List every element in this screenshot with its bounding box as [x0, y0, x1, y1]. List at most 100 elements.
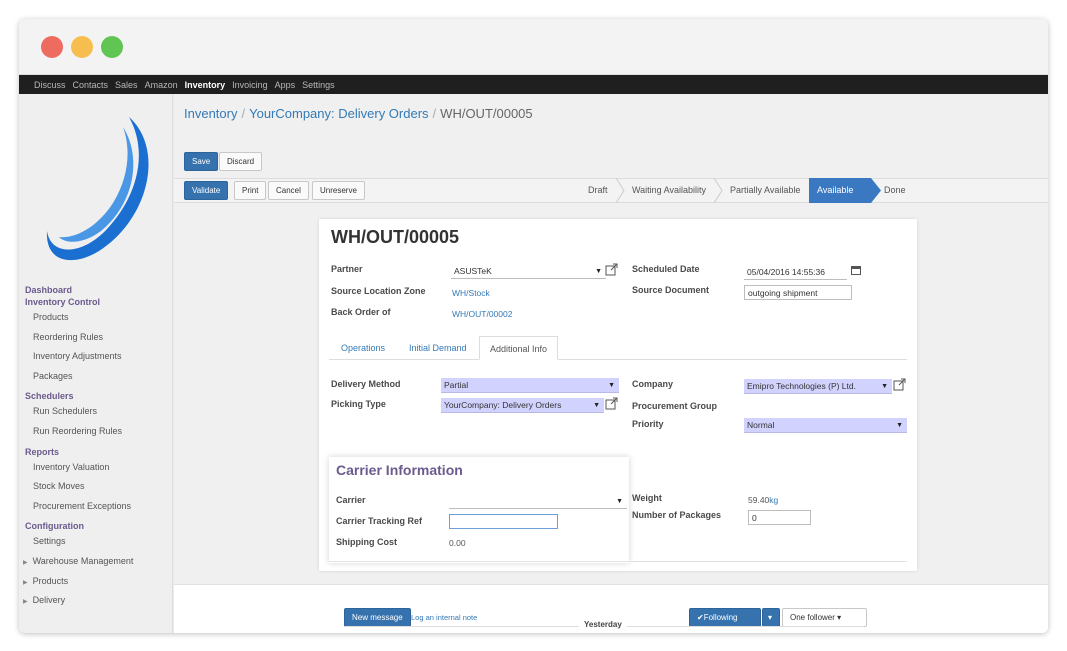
dropdown-caret-icon: ▼: [593, 402, 600, 409]
tab-additional-info[interactable]: Additional Info: [479, 336, 559, 360]
close-window-button[interactable]: [41, 36, 63, 58]
save-button[interactable]: Save: [184, 152, 219, 171]
log-internal-note-link[interactable]: Log an internal note: [411, 613, 477, 622]
date-divider-label: Yesterday: [579, 620, 627, 629]
sidebar-item-inventory-valuation[interactable]: Inventory Valuation: [19, 458, 173, 478]
picking-type-value: YourCompany: Delivery Orders: [444, 400, 562, 410]
external-link-icon[interactable]: [605, 397, 618, 410]
sidebar-item-settings[interactable]: Settings: [19, 532, 173, 552]
stage-chevron-icon: [713, 178, 723, 203]
nav-item-contacts[interactable]: Contacts: [73, 80, 109, 90]
stage-available[interactable]: Available: [809, 178, 871, 203]
breadcrumb-current: WH/OUT/00005: [440, 106, 533, 121]
stage-draft[interactable]: Draft: [588, 178, 608, 203]
sheet-divider: [329, 561, 907, 562]
sidebar-item-products-config[interactable]: ▶ Products: [19, 572, 173, 592]
company-logo[interactable]: [37, 109, 157, 269]
back-order-label: Back Order of: [331, 307, 391, 317]
procurement-group-label: Procurement Group: [632, 401, 718, 411]
breadcrumb-separator: /: [241, 106, 246, 121]
dropdown-caret-icon: ▼: [881, 383, 888, 390]
calendar-icon[interactable]: [851, 265, 861, 275]
picking-type-select[interactable]: YourCompany: Delivery Orders ▼: [441, 398, 604, 413]
nav-item-sales[interactable]: Sales: [115, 80, 138, 90]
sidebar-item-packages[interactable]: Packages: [19, 367, 173, 387]
source-location-label: Source Location Zone: [331, 286, 426, 296]
breadcrumb-delivery-orders[interactable]: YourCompany: Delivery Orders: [249, 106, 428, 121]
followers-label: One follower: [790, 613, 835, 622]
nav-item-discuss[interactable]: Discuss: [34, 80, 66, 90]
partner-field[interactable]: ASUSTeK ▼: [451, 264, 606, 279]
sidebar-item-stock-moves[interactable]: Stock Moves: [19, 477, 173, 497]
sidebar-item-delivery[interactable]: ▶ Delivery: [19, 591, 173, 611]
weight-label: Weight: [632, 493, 662, 503]
nav-item-settings[interactable]: Settings: [302, 80, 335, 90]
nav-item-apps[interactable]: Apps: [275, 80, 296, 90]
dropdown-caret-icon: ▼: [896, 422, 903, 429]
following-dropdown-button[interactable]: ▾: [762, 608, 780, 627]
new-message-button[interactable]: New message: [344, 608, 411, 627]
stage-done[interactable]: Done: [884, 178, 906, 203]
stage-chevron-icon: [615, 178, 625, 203]
breadcrumb-separator: /: [432, 106, 437, 121]
scheduled-date-label: Scheduled Date: [632, 264, 700, 274]
discard-button[interactable]: Discard: [219, 152, 263, 171]
nav-item-inventory[interactable]: Inventory: [185, 80, 226, 90]
cancel-button[interactable]: Cancel: [268, 181, 309, 200]
sidebar-item-procurement-exceptions[interactable]: Procurement Exceptions: [19, 497, 173, 517]
top-navigation: Discuss Contacts Sales Amazon Inventory …: [19, 75, 1048, 94]
scheduled-date-field[interactable]: 05/04/2016 14:55:36: [744, 265, 847, 280]
nav-item-invoicing[interactable]: Invoicing: [232, 80, 268, 90]
dropdown-caret-icon: ▼: [595, 268, 602, 275]
carrier-information-panel: Carrier Information Carrier ▼ Carrier Tr…: [329, 457, 629, 563]
sidebar-item-label: Products: [32, 575, 69, 586]
sidebar-item-run-schedulers[interactable]: Run Schedulers: [19, 402, 173, 422]
tab-operations[interactable]: Operations: [341, 336, 385, 360]
sidebar-item-inventory-adjustments[interactable]: Inventory Adjustments: [19, 347, 173, 367]
menu-header-schedulers[interactable]: Schedulers: [19, 390, 173, 402]
priority-value: Normal: [747, 420, 775, 430]
expand-arrow-icon: ▶: [23, 599, 28, 606]
tab-initial-demand[interactable]: Initial Demand: [409, 336, 467, 360]
breadcrumb-inventory[interactable]: Inventory: [184, 106, 237, 121]
print-button[interactable]: Print: [234, 181, 267, 200]
window-titlebar: [19, 19, 1048, 75]
main-content: Inventory / YourCompany: Delivery Orders / W…: [174, 94, 1048, 633]
browser-window: Discuss Contacts Sales Amazon Inventory …: [19, 19, 1048, 633]
minimize-window-button[interactable]: [71, 36, 93, 58]
sidebar-item-run-reordering-rules[interactable]: Run Reordering Rules: [19, 422, 173, 442]
company-label: Company: [632, 379, 674, 389]
external-link-icon[interactable]: [605, 263, 618, 276]
validate-button[interactable]: Validate: [184, 181, 229, 200]
sidebar-item-warehouse-management[interactable]: ▶ Warehouse Management: [19, 552, 173, 572]
delivery-method-select[interactable]: Partial ▼: [441, 378, 619, 393]
menu-header-reports[interactable]: Reports: [19, 446, 173, 458]
source-location-value[interactable]: WH/Stock: [452, 288, 490, 298]
sidebar-item-products[interactable]: Products: [19, 308, 173, 328]
sidebar: Dashboard Inventory Control Products Reo…: [19, 94, 173, 633]
company-value: Emipro Technologies (P) Ltd.: [747, 381, 856, 391]
maximize-window-button[interactable]: [101, 36, 123, 58]
carrier-select[interactable]: ▼: [449, 494, 627, 509]
menu-header-configuration[interactable]: Configuration: [19, 520, 173, 532]
carrier-tracking-ref-input[interactable]: [449, 514, 558, 529]
external-link-icon[interactable]: [893, 378, 906, 391]
source-document-field[interactable]: outgoing shipment: [744, 285, 852, 300]
followers-button[interactable]: One follower ▾: [782, 608, 867, 627]
menu-header-dashboard[interactable]: Dashboard: [19, 284, 173, 296]
weight-unit[interactable]: kg: [769, 495, 778, 505]
caret-down-icon: ▾: [837, 613, 842, 622]
priority-select[interactable]: Normal ▼: [744, 418, 907, 433]
dropdown-caret-icon: ▼: [616, 498, 623, 505]
nav-item-amazon[interactable]: Amazon: [145, 80, 178, 90]
company-select[interactable]: Emipro Technologies (P) Ltd. ▼: [744, 379, 892, 394]
stage-partially-available[interactable]: Partially Available: [730, 178, 800, 203]
menu-header-inventory-control[interactable]: Inventory Control: [19, 296, 173, 308]
stage-waiting-availability[interactable]: Waiting Availability: [632, 178, 706, 203]
number-of-packages-input[interactable]: 0: [748, 510, 811, 525]
sidebar-item-reordering-rules[interactable]: Reordering Rules: [19, 328, 173, 348]
back-order-value[interactable]: WH/OUT/00002: [452, 309, 512, 319]
number-of-packages-label: Number of Packages: [632, 510, 722, 520]
unreserve-button[interactable]: Unreserve: [312, 181, 365, 200]
following-button[interactable]: ✔Following: [689, 608, 761, 627]
